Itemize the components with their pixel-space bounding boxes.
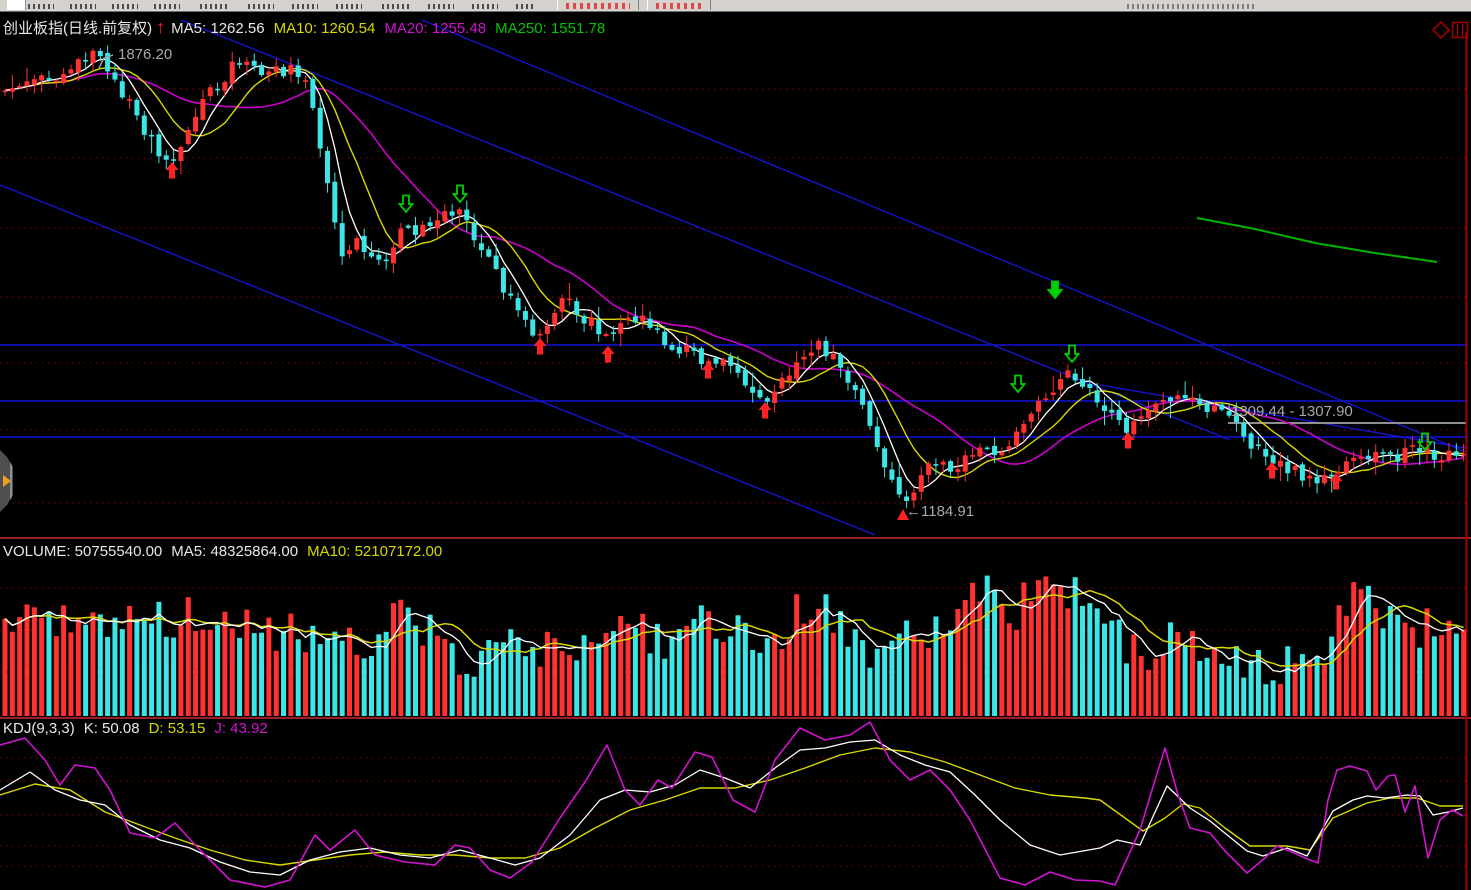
up-arrow-icon: ↑ bbox=[156, 17, 165, 37]
range-annotation: 1309.44 - 1307.90 bbox=[1231, 403, 1353, 420]
buy-signal-icon bbox=[1122, 432, 1135, 449]
menu-bar[interactable] bbox=[0, 0, 1471, 12]
grid-icon[interactable] bbox=[1453, 23, 1468, 38]
sell-signal-icon bbox=[400, 196, 413, 213]
sell-signal-icon bbox=[454, 186, 467, 203]
menu-item-fragment[interactable] bbox=[70, 4, 96, 9]
buy-signal-icon bbox=[702, 362, 715, 379]
volume-ma10-value: MA10: 52107172.00 bbox=[307, 543, 442, 560]
diamond-icon[interactable] bbox=[1433, 22, 1449, 38]
menu-item-fragment[interactable] bbox=[336, 4, 362, 9]
menu-item-fragment[interactable] bbox=[382, 4, 412, 9]
kdj-indicator-label[interactable]: KDJ(9,3,3) bbox=[3, 720, 75, 737]
kdj-pane-title: KDJ(9,3,3) K: 50.08 D: 53.15 J: 43.92 bbox=[3, 720, 277, 737]
menu-status-fragment bbox=[1127, 4, 1257, 9]
volume-value: VOLUME: 50755540.00 bbox=[3, 543, 162, 560]
menu-item-fragment[interactable] bbox=[28, 4, 54, 9]
chart-canvas bbox=[0, 0, 1471, 890]
app-menu-icon[interactable] bbox=[7, 0, 26, 10]
buy-signal-icon bbox=[166, 162, 179, 179]
volume-ma5-value: MA5: 48325864.00 bbox=[171, 543, 298, 560]
main-chart-pane bbox=[0, 20, 1466, 535]
menu-item-fragment[interactable] bbox=[516, 4, 536, 9]
symbol-label[interactable]: 创业板指(日线.前复权) bbox=[3, 20, 152, 37]
expand-arrow-icon bbox=[3, 475, 11, 487]
menu-item-fragment[interactable] bbox=[472, 4, 498, 9]
low-price-annotation: ←1184.91 bbox=[906, 503, 974, 520]
menu-button-fragment[interactable] bbox=[557, 0, 639, 10]
buy-signal-icon bbox=[1266, 462, 1279, 479]
buy-signal-icon bbox=[759, 402, 772, 419]
ma10-value: MA10: 1260.54 bbox=[274, 20, 376, 37]
ma250-value: MA250: 1551.78 bbox=[495, 20, 605, 37]
menu-item-fragment[interactable] bbox=[154, 4, 180, 9]
menu-button-fragment[interactable] bbox=[647, 0, 711, 10]
menu-item-fragment[interactable] bbox=[292, 4, 318, 9]
ma20-value: MA20: 1255.48 bbox=[384, 20, 486, 37]
volume-pane bbox=[0, 576, 1466, 716]
kdj-d-value: D: 53.15 bbox=[149, 720, 206, 737]
kdj-pane bbox=[0, 722, 1466, 887]
sell-signal-icon bbox=[1066, 346, 1079, 363]
volume-pane-title: VOLUME: 50755540.00 MA5: 48325864.00 MA10:… bbox=[3, 543, 451, 560]
menu-item-fragment[interactable] bbox=[428, 4, 454, 9]
high-price-annotation: 1876.20 bbox=[118, 46, 172, 63]
menu-item-fragment[interactable] bbox=[112, 4, 138, 9]
candlestick-series bbox=[3, 45, 1467, 508]
sell-signal-icon bbox=[1012, 376, 1025, 393]
trading-app-window: 创业板指(日线.前复权)↑ MA5: 1262.56 MA10: 1260.54 MA… bbox=[0, 0, 1471, 890]
buy-signal-icon bbox=[534, 338, 547, 355]
menu-item-fragment[interactable] bbox=[248, 4, 274, 9]
menu-item-fragment[interactable] bbox=[200, 4, 230, 9]
kdj-k-value: K: 50.08 bbox=[84, 720, 140, 737]
signal-arrows bbox=[99, 55, 1432, 520]
buy-signal-icon bbox=[602, 346, 615, 363]
pane-corner-icons bbox=[1433, 22, 1468, 38]
main-chart-title: 创业板指(日线.前复权)↑ MA5: 1262.56 MA10: 1260.54 MA… bbox=[3, 19, 614, 37]
ma5-value: MA5: 1262.56 bbox=[171, 20, 264, 37]
kdj-j-value: J: 43.92 bbox=[214, 720, 267, 737]
